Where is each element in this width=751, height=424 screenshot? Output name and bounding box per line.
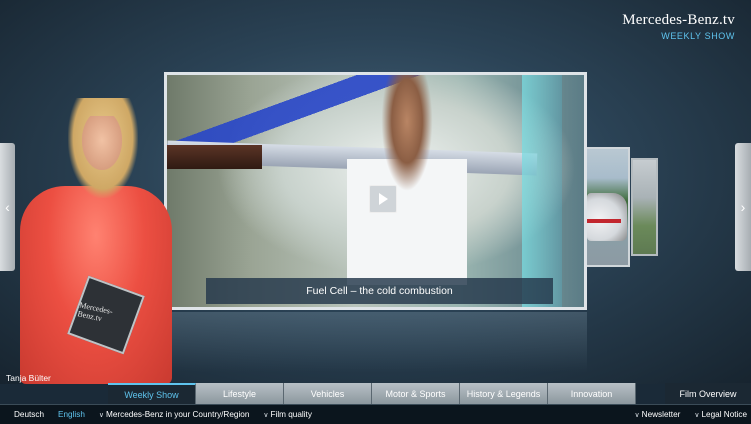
presenter-name: Tanja Bülter bbox=[6, 373, 51, 383]
play-button[interactable] bbox=[369, 185, 397, 213]
country-region-dropdown[interactable]: ∨ Mercedes-Benz in your Country/Region bbox=[99, 410, 249, 419]
video-still-tubes bbox=[522, 75, 562, 307]
brand-section: WEEKLY SHOW bbox=[661, 31, 735, 41]
chevron-down-icon: ∨ bbox=[694, 412, 700, 419]
country-region-label: Mercedes-Benz in your Country/Region bbox=[106, 410, 250, 419]
brand-name: Mercedes-Benz.tv bbox=[622, 12, 735, 28]
chevron-down-icon: ∨ bbox=[263, 412, 269, 419]
language-english-link[interactable]: English bbox=[58, 410, 85, 419]
legal-notice-link[interactable]: ∨ Legal Notice bbox=[694, 410, 747, 419]
chevron-left-icon: ‹ bbox=[5, 199, 10, 215]
presenter-card-logo: Mercedes-Benz.tv bbox=[76, 300, 114, 324]
newsletter-label: Newsletter bbox=[641, 410, 681, 419]
tab-innovation[interactable]: Innovation bbox=[548, 383, 636, 404]
featured-video-card[interactable]: Fuel Cell – the cold combustion bbox=[164, 72, 587, 310]
presenter-face bbox=[82, 116, 122, 170]
video-still-flange bbox=[167, 145, 262, 169]
carousel-next-button[interactable]: › bbox=[735, 143, 751, 271]
language-deutsch-link[interactable]: Deutsch bbox=[14, 410, 44, 419]
category-tabs: Weekly Show Lifestyle Vehicles Motor & S… bbox=[108, 383, 636, 404]
footer-right-links: ∨ Newsletter ∨ Legal Notice bbox=[625, 410, 751, 419]
film-overview-button[interactable]: Film Overview bbox=[665, 383, 751, 404]
carousel-thumbnail-far[interactable] bbox=[631, 158, 658, 256]
tab-motor-sports[interactable]: Motor & Sports bbox=[372, 383, 460, 404]
carousel-prev-button[interactable]: ‹ bbox=[0, 143, 15, 271]
tab-weekly-show[interactable]: Weekly Show bbox=[108, 383, 196, 404]
play-icon bbox=[378, 193, 388, 205]
brand-logo[interactable]: Mercedes-Benz.tv WEEKLY SHOW bbox=[622, 12, 735, 41]
car-image bbox=[587, 193, 627, 241]
video-caption: Fuel Cell – the cold combustion bbox=[206, 278, 553, 304]
chevron-down-icon: ∨ bbox=[98, 412, 105, 419]
card-reflection bbox=[164, 312, 587, 372]
legal-notice-label: Legal Notice bbox=[701, 410, 747, 419]
chevron-right-icon: › bbox=[740, 199, 746, 215]
film-quality-dropdown[interactable]: ∨ Film quality bbox=[263, 410, 312, 419]
tab-lifestyle[interactable]: Lifestyle bbox=[196, 383, 284, 404]
footer-bar: Deutsch English ∨ Mercedes-Benz in your C… bbox=[0, 404, 751, 424]
newsletter-link[interactable]: ∨ Newsletter bbox=[635, 410, 681, 419]
film-quality-label: Film quality bbox=[270, 410, 312, 419]
car-stripe bbox=[587, 219, 621, 223]
tab-history-legends[interactable]: History & Legends bbox=[460, 383, 548, 404]
tab-vehicles[interactable]: Vehicles bbox=[284, 383, 372, 404]
presenter-image: Mercedes-Benz.tv bbox=[16, 98, 176, 384]
chevron-down-icon: ∨ bbox=[634, 412, 640, 419]
video-stage: Mercedes-Benz.tv WEEKLY SHOW ‹ › Fuel Ce… bbox=[0, 0, 751, 384]
video-still-scientist bbox=[347, 75, 467, 285]
carousel-thumbnail-next[interactable] bbox=[585, 147, 630, 267]
